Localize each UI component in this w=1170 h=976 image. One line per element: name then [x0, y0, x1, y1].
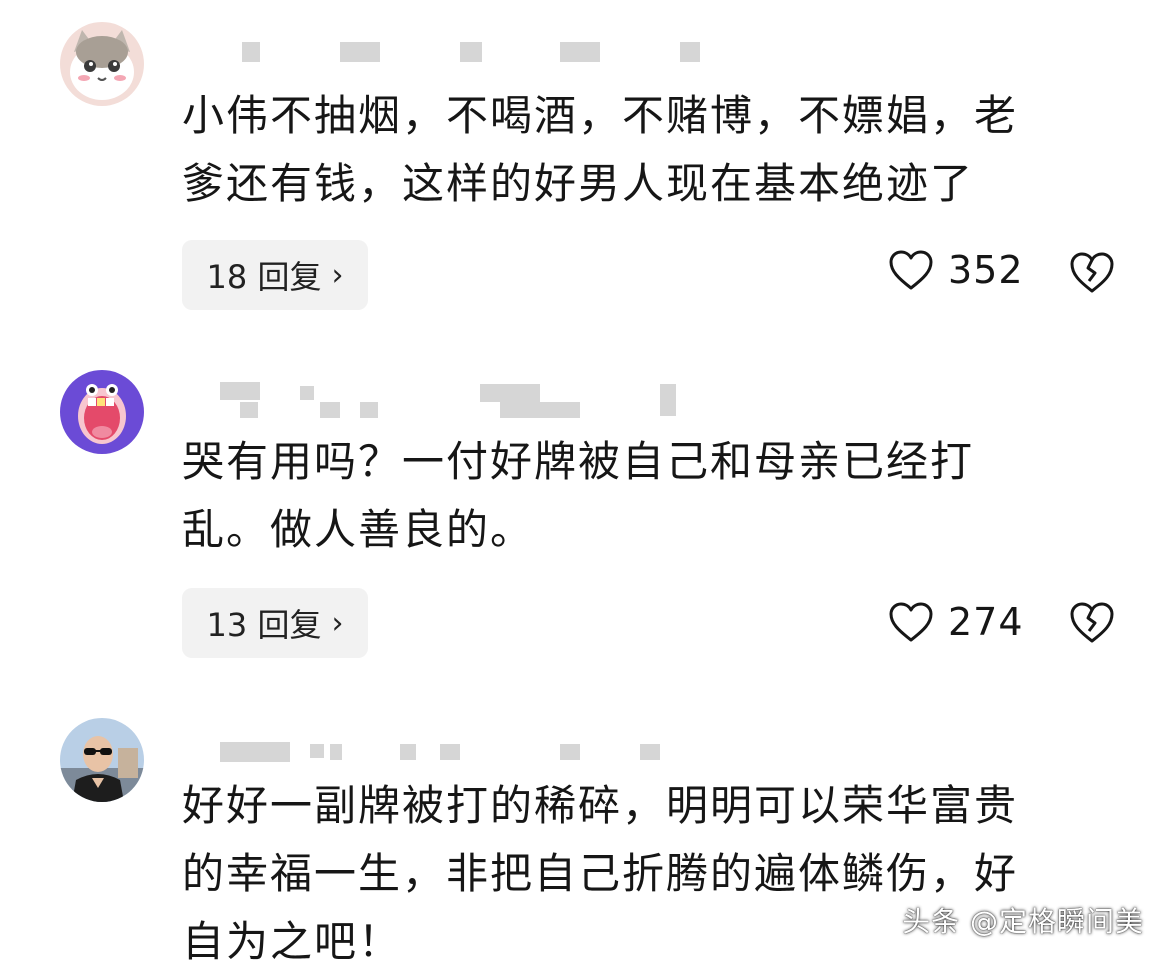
chevron-right-icon: ›: [331, 605, 344, 641]
dislike-button[interactable]: [1068, 600, 1116, 648]
like-count: 352: [948, 248, 1024, 292]
cartoon-mouth-avatar-icon[interactable]: [60, 370, 144, 454]
reply-button[interactable]: 18 回复 ›: [182, 240, 368, 310]
comment-line: 哭有用吗？一付好牌被自己和母亲已经打: [182, 437, 975, 486]
comment-line: 自为之吧！: [182, 917, 403, 966]
comment-text: 小伟不抽烟，不喝酒，不赌博，不嫖娼，老 爹还有钱，这样的好男人现在基本绝迹了: [182, 82, 1122, 218]
dislike-button[interactable]: [1068, 250, 1116, 298]
comment-line: 好好一副牌被打的稀碎，明明可以荣华富贵: [182, 781, 1019, 830]
broken-heart-icon: [1070, 252, 1114, 293]
reply-label: 13 回复: [206, 606, 322, 644]
like-count: 274: [948, 600, 1024, 644]
comment-line: 爹还有钱，这样的好男人现在基本绝迹了: [182, 159, 975, 208]
comment-line: 小伟不抽烟，不喝酒，不赌博，不嫖娼，老: [182, 91, 1019, 140]
reply-label: 18 回复: [206, 258, 322, 296]
chevron-right-icon: ›: [331, 257, 344, 293]
heart-icon: [889, 250, 933, 290]
reply-button[interactable]: 13 回复 ›: [182, 588, 368, 658]
like-button[interactable]: 352: [888, 248, 1024, 292]
man-sunglasses-avatar-icon[interactable]: [60, 718, 144, 802]
broken-heart-icon: [1070, 602, 1114, 643]
comment-text: 好好一副牌被打的稀碎，明明可以荣华富贵 的幸福一生，非把自己折腾的遍体鳞伤，好 …: [182, 772, 1122, 976]
comment-line: 乱。做人善良的。: [182, 505, 535, 554]
heart-icon: [889, 602, 933, 642]
cat-avatar-icon[interactable]: [60, 22, 144, 106]
watermark: 头条 @定格瞬间美: [902, 905, 1144, 938]
blurred-username: [210, 382, 730, 422]
like-button[interactable]: 274: [888, 600, 1024, 644]
comment-line: 的幸福一生，非把自己折腾的遍体鳞伤，好: [182, 849, 1019, 898]
blurred-username: [210, 40, 730, 80]
comment-text: 哭有用吗？一付好牌被自己和母亲已经打 乱。做人善良的。: [182, 428, 1122, 564]
